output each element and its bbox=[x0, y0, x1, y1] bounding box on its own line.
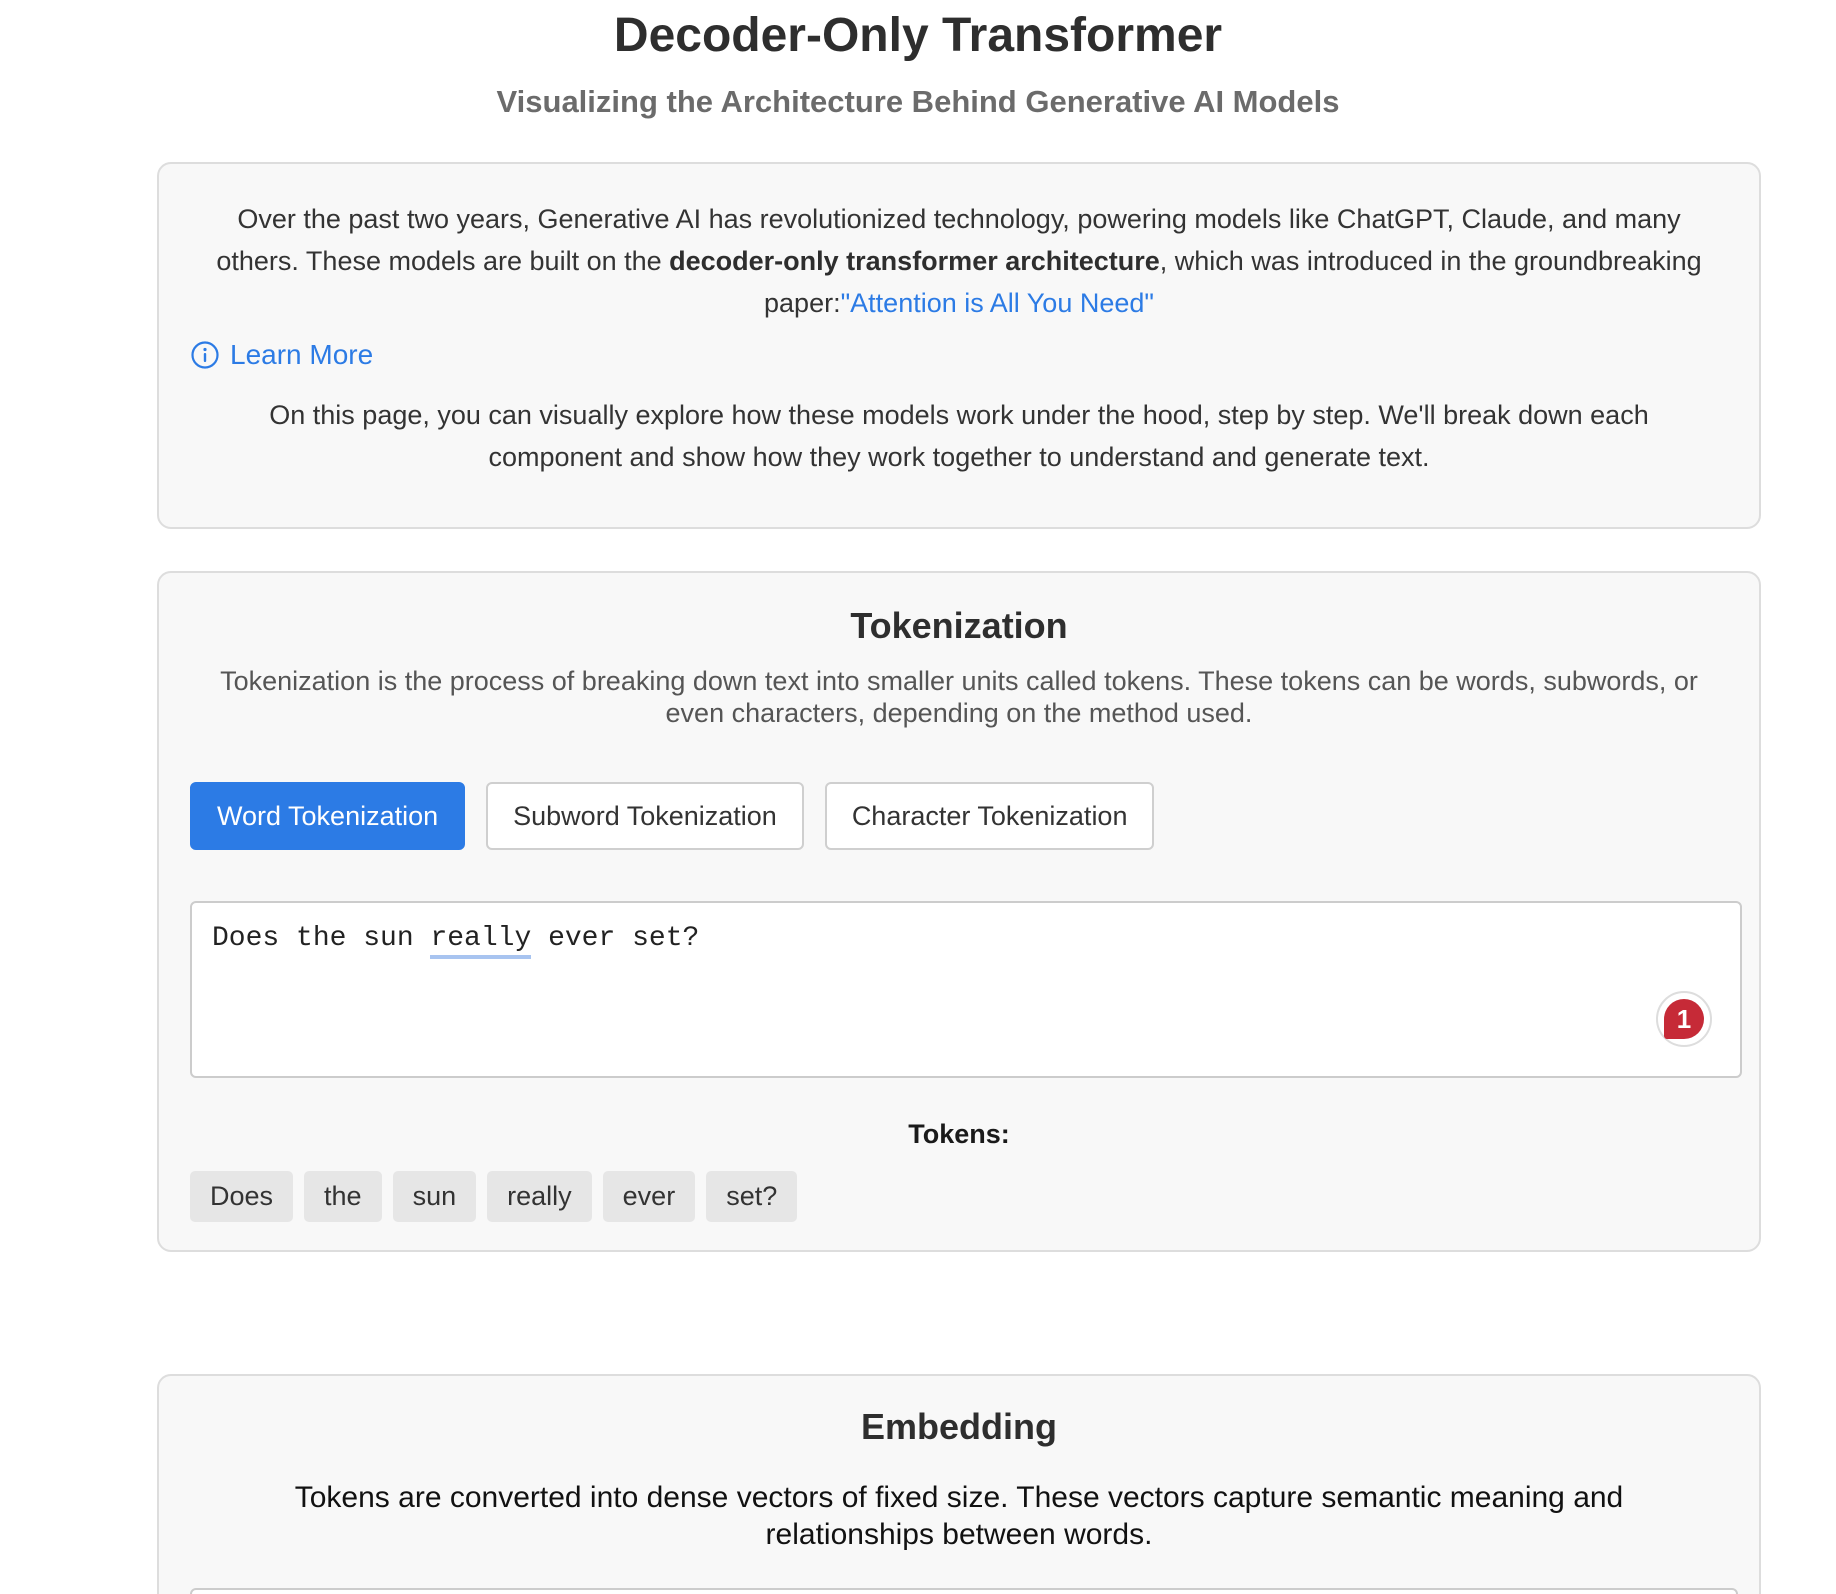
tab-subword-tokenization[interactable]: Subword Tokenization bbox=[486, 782, 804, 850]
issue-count: 1 bbox=[1664, 999, 1704, 1039]
learn-more-label: Learn More bbox=[230, 339, 374, 370]
paper-link[interactable]: "Attention is All You Need" bbox=[841, 288, 1154, 318]
tab-word-tokenization[interactable]: Word Tokenization bbox=[190, 782, 466, 850]
token-chip: ever bbox=[602, 1171, 696, 1222]
intro-bold-text: decoder-only transformer architecture bbox=[669, 246, 1160, 276]
token-chip: set? bbox=[706, 1171, 798, 1222]
token-list: Does the sun really ever set? bbox=[190, 1171, 798, 1222]
intro-card: Over the past two years, Generative AI h… bbox=[157, 162, 1761, 529]
token-chip: the bbox=[304, 1171, 382, 1222]
tokenization-description: Tokenization is the process of breaking … bbox=[220, 666, 1698, 728]
page-subtitle: Visualizing the Architecture Behind Gene… bbox=[496, 84, 1340, 119]
tokenization-tabs: Word Tokenization Subword Tokenization C… bbox=[190, 782, 1155, 850]
embedding-card: Embedding Tokens are converted into dens… bbox=[157, 1374, 1761, 1594]
tokenization-text-input[interactable]: Does the sun really ever set? 1 bbox=[190, 901, 1742, 1078]
info-circle-icon bbox=[190, 340, 220, 370]
intro-paragraph: Over the past two years, Generative AI h… bbox=[199, 198, 1719, 324]
input-text-start: Does the sun bbox=[212, 923, 431, 954]
intro-paragraph-2: On this page, you can visually explore h… bbox=[269, 400, 1649, 472]
page: Decoder-Only Transformer Visualizing the… bbox=[0, 0, 1836, 1594]
embedding-panel bbox=[190, 1588, 1738, 1594]
token-chip: really bbox=[487, 1171, 592, 1222]
learn-more-link[interactable]: Learn More bbox=[190, 339, 373, 371]
tokenization-card: Tokenization Tokenization is the process… bbox=[157, 571, 1761, 1252]
embedding-title: Embedding bbox=[861, 1406, 1057, 1447]
tokenization-title: Tokenization bbox=[850, 605, 1068, 646]
page-title: Decoder-Only Transformer bbox=[613, 9, 1223, 62]
flagged-word[interactable]: really bbox=[430, 923, 532, 959]
input-text-end: ever set? bbox=[531, 923, 700, 954]
embedding-description: Tokens are converted into dense vectors … bbox=[294, 1481, 1624, 1551]
token-chip: Does bbox=[190, 1171, 294, 1222]
grammar-check-badge[interactable]: 1 bbox=[1656, 991, 1712, 1047]
token-chip: sun bbox=[392, 1171, 477, 1222]
tokens-label: Tokens: bbox=[908, 1119, 1010, 1149]
tab-character-tokenization[interactable]: Character Tokenization bbox=[824, 782, 1155, 850]
